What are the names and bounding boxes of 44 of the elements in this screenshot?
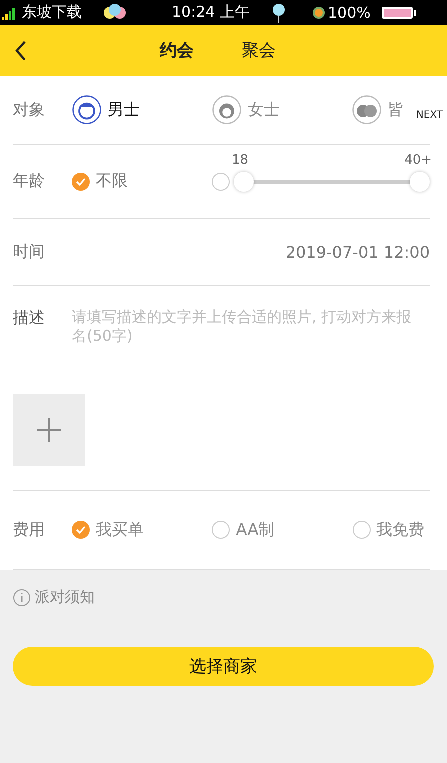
option-label[interactable]: 男士 (108, 100, 140, 120)
avatar-icon[interactable] (352, 95, 382, 125)
option-label[interactable]: 女士 (248, 100, 280, 120)
battery-level: 100% (328, 4, 371, 22)
radio-button[interactable] (212, 521, 230, 539)
clock: 10:24 上午 (172, 3, 250, 22)
select-merchant-button[interactable]: 选择商家 (13, 647, 434, 686)
location-icon (312, 6, 326, 20)
option-label[interactable]: 皆 (388, 100, 404, 120)
check-icon (76, 178, 86, 186)
header-tab[interactable]: 约会 (160, 39, 194, 62)
field-label: 费用 (13, 520, 46, 540)
field-label: 对象 (13, 100, 46, 120)
option-label[interactable]: 我免费 (376, 520, 425, 540)
field-label: 时间 (13, 242, 46, 262)
slider-max-label: 40+ (404, 153, 432, 168)
carrier-name: 东坡下载 (22, 3, 82, 22)
slider-min-label: 18 (232, 153, 249, 168)
radio-button[interactable] (352, 521, 371, 539)
plus-icon (36, 417, 62, 443)
radio-button[interactable] (72, 521, 90, 539)
radio-button[interactable] (212, 172, 230, 190)
back-icon[interactable] (14, 40, 28, 62)
slider-thumb[interactable] (410, 172, 430, 192)
avatar-icon[interactable] (212, 95, 242, 125)
balloon-icon (272, 2, 286, 22)
avatar-icon[interactable] (72, 95, 102, 125)
field-label: 描述 (13, 308, 46, 329)
option-label[interactable]: 我买单 (96, 520, 144, 540)
signal-icon (2, 6, 16, 20)
option-label[interactable]: 不限 (96, 171, 128, 192)
notice-link[interactable]: 派对须知 (35, 588, 95, 607)
time-value[interactable]: 2019-07-01 12:00 (286, 242, 430, 262)
check-icon (76, 526, 86, 534)
header-tab[interactable]: 聚会 (242, 39, 276, 62)
info-icon (13, 588, 31, 606)
slider-thumb[interactable] (234, 172, 254, 192)
balloons-icon (102, 4, 128, 22)
field-label: 年龄 (13, 171, 46, 192)
battery-icon (380, 6, 417, 20)
add-photo-button[interactable] (13, 394, 85, 466)
next-label[interactable]: NEXT (416, 110, 443, 121)
option-label[interactable]: AA制 (236, 520, 275, 540)
radio-button[interactable] (72, 172, 90, 190)
